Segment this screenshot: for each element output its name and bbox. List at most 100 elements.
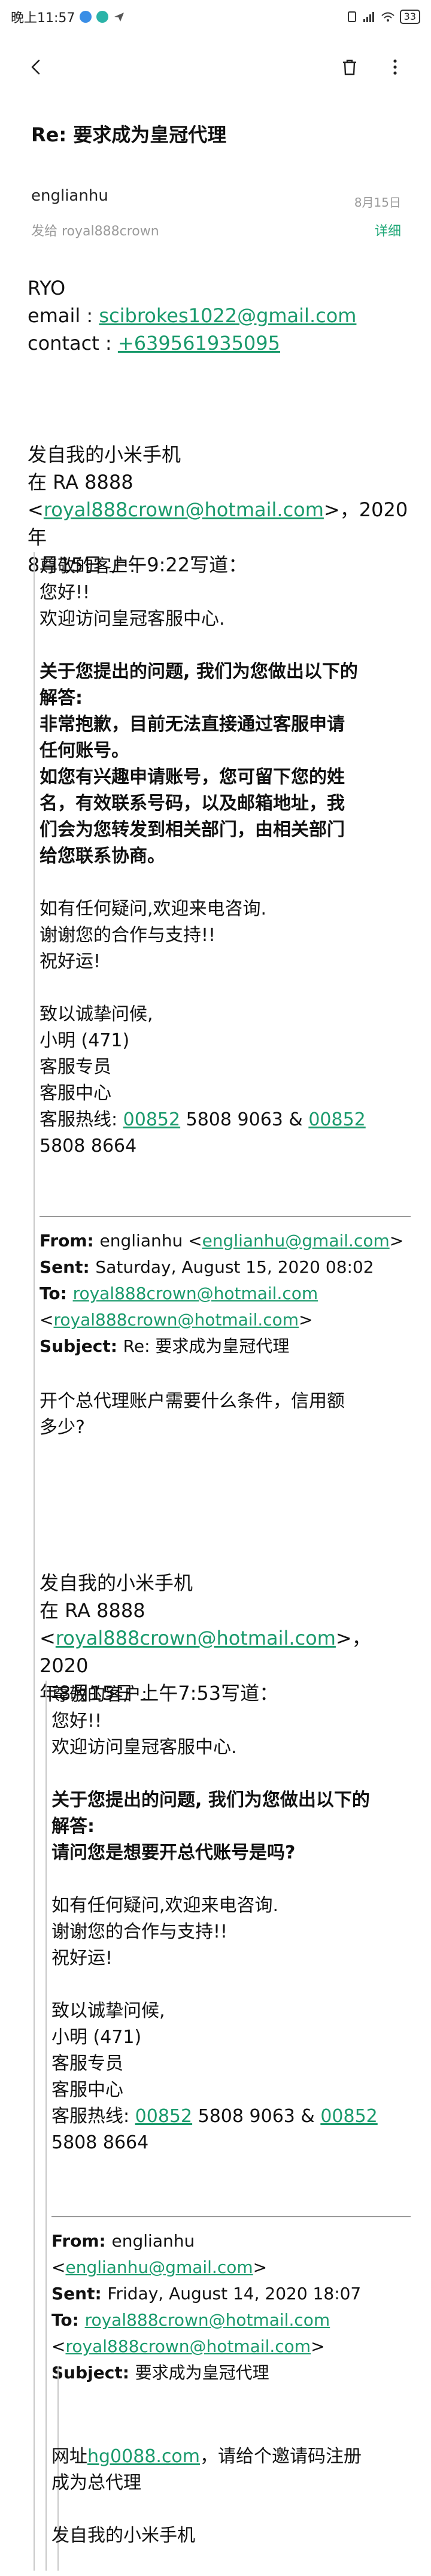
quote1-line2: 在 RA 8888	[28, 471, 133, 494]
h2-message2: 成为总代理	[51, 2472, 141, 2493]
h1-subject-label: Subject:	[40, 1336, 123, 1356]
q1-bold8: 给您联系协商。	[40, 846, 165, 867]
sim-icon	[347, 11, 356, 22]
recipient-line: 发给 royal888crown	[31, 224, 159, 239]
quote2-body: 尊敬的客户: 您好!! 欢迎访问皇冠客服中心. 关于您提出的问题, 我们为您做出…	[51, 1682, 411, 2156]
h1-to-gt: >	[299, 1310, 313, 1330]
q2-hotline-mid: 5808 9063 &	[192, 2106, 321, 2127]
body-email-line: email : scibrokes1022@gmail.com	[28, 302, 411, 329]
h2-to-email2[interactable]: royal888crown@hotmail.com	[65, 2336, 311, 2356]
q2-email-link[interactable]: royal888crown@hotmail.com	[56, 1627, 336, 1649]
q1-sig1: 致以诚挚问候,	[40, 1004, 153, 1025]
h1-from: From: englianhu <englianhu@gmail.com>	[40, 1228, 411, 1254]
send-icon	[114, 13, 125, 22]
q2-sig4: 客服中心	[51, 2079, 123, 2100]
notification-app-icon	[80, 11, 92, 23]
h2-from-label: From:	[51, 2231, 112, 2251]
h1-to-label: To:	[40, 1284, 73, 1303]
header2-message: 网址hg0088.com，请给个邀请码注册 成为总代理 发自我的小米手机	[51, 2444, 411, 2549]
q1-greet3: 欢迎访问皇冠客服中心.	[40, 609, 225, 629]
trash-icon	[343, 59, 356, 75]
h1-message1: 开个总代理账户需要什么条件，信用额	[40, 1391, 345, 1412]
q1-closing3: 祝好运!	[40, 951, 101, 972]
q2-greet3: 欢迎访问皇冠客服中心.	[51, 1737, 237, 1758]
h2-website-link[interactable]: hg0088.com	[87, 2446, 200, 2467]
h1-sent: Sent: Saturday, August 15, 2020 08:02	[40, 1254, 411, 1281]
h1-message2: 多少?	[40, 1417, 85, 1438]
email-link[interactable]: scibrokes1022@gmail.com	[99, 304, 356, 327]
delete-button[interactable]	[335, 53, 364, 81]
more-button[interactable]	[381, 53, 409, 81]
q2-closing2: 谢谢您的合作与支持!!	[51, 1921, 228, 1942]
q1-bold6: 名，有效联系号码，以及邮箱地址，我	[40, 793, 345, 814]
h1-to: To: royal888crown@hotmail.com	[40, 1281, 411, 1307]
h2-from-end: >	[253, 2257, 268, 2277]
details-link[interactable]: 详细	[375, 220, 401, 240]
q1-sig4: 客服中心	[40, 1083, 111, 1104]
q1-hotline-link2[interactable]: 00852	[308, 1109, 365, 1130]
q2-hotline: 客服热线: 00852 5808 9063 & 00852	[51, 2103, 411, 2130]
quote1-lt: <	[28, 498, 44, 521]
q1-hotline-mid: 5808 9063 &	[180, 1109, 309, 1130]
divider-2	[51, 2216, 411, 2217]
email-subject: Re: 要求成为皇冠代理	[31, 123, 227, 146]
phone-link[interactable]: +639561935095	[118, 332, 280, 355]
q2-greet1: 尊敬的客户:	[51, 1684, 148, 1705]
h1-from-name: englianhu <	[99, 1231, 202, 1251]
h2-message-post: ，请给个邀请码注册	[200, 2446, 362, 2467]
q2-hotline-link1[interactable]: 00852	[135, 2106, 192, 2127]
q2-closing1: 如有任何疑问,欢迎来电咨询.	[51, 1895, 279, 1916]
more-vertical-icon	[393, 59, 397, 75]
q1-hotline-end: 5808 8664	[40, 1136, 137, 1157]
header1-message: 开个总代理账户需要什么条件，信用额 多少?	[40, 1388, 411, 1441]
body-name: RYO	[28, 277, 66, 299]
q1-bold1: 关于您提出的问题, 我们为您做出以下的	[40, 661, 358, 682]
h2-to-label: To:	[51, 2310, 85, 2330]
h2-to2: <royal888crown@hotmail.com>	[51, 2333, 411, 2360]
status-time: 晚上11:57	[11, 11, 75, 26]
h2-from: From: englianhu <englianhu@gmail.com>	[51, 2228, 411, 2281]
header1-block: From: englianhu <englianhu@gmail.com> Se…	[40, 1228, 411, 1360]
h2-sent-value: Friday, August 14, 2020 18:07	[107, 2284, 362, 2303]
q2-sig2: 小明 (471)	[51, 2027, 142, 2048]
h1-from-end: >	[389, 1231, 404, 1251]
q1-bold5: 如您有兴趣申请账号，您可留下您的姓	[40, 767, 345, 788]
q1-sig3: 客服专员	[40, 1057, 111, 1077]
q2-hotline-label: 客服热线:	[51, 2106, 135, 2127]
quote1-line3: <royal888crown@hotmail.com>，2020年	[28, 496, 411, 551]
quote2-border	[45, 1681, 47, 2571]
q1-bold7: 们会为您转发到相关部门，由相关部门	[40, 819, 345, 840]
h2-sent-label: Sent:	[51, 2284, 108, 2303]
q2-line3: <royal888crown@hotmail.com>，2020	[40, 1624, 411, 1679]
h1-from-email[interactable]: englianhu@gmail.com	[202, 1231, 390, 1251]
h2-subject-value: 要求成为皇冠代理	[135, 2363, 269, 2383]
body-block: RYO email : scibrokes1022@gmail.com cont…	[28, 274, 411, 357]
q1-bold2: 解答:	[40, 688, 83, 709]
status-bar: 晚上11:57 33	[0, 0, 431, 34]
h2-to-email1[interactable]: royal888crown@hotmail.com	[85, 2310, 330, 2330]
h2-from-email[interactable]: englianhu@gmail.com	[65, 2257, 253, 2277]
q2-hotline-link2[interactable]: 00852	[320, 2106, 377, 2127]
h2-subject-label: Subject:	[51, 2363, 135, 2383]
back-button[interactable]	[22, 53, 50, 81]
battery-indicator: 33	[399, 10, 420, 24]
h1-to-email2[interactable]: royal888crown@hotmail.com	[53, 1310, 299, 1330]
email-date: 8月15日	[354, 195, 401, 210]
header2-block: From: englianhu <englianhu@gmail.com> Se…	[51, 2228, 411, 2386]
q2-bold3: 请问您是想要开总代账号是吗?	[51, 1842, 296, 1863]
h2-trailing: 发自我的小米手机	[51, 2525, 195, 2546]
q1-greet1: 尊敬的客户:	[40, 556, 136, 577]
quote1-email-link[interactable]: royal888crown@hotmail.com	[44, 498, 324, 521]
q1-hotline-link1[interactable]: 00852	[123, 1109, 180, 1130]
q2-bold1: 关于您提出的问题, 我们为您做出以下的	[51, 1790, 370, 1811]
h2-sent: Sent: Friday, August 14, 2020 18:07	[51, 2281, 411, 2307]
q2-line1: 发自我的小米手机	[40, 1572, 193, 1594]
sender-name[interactable]: englianhu	[31, 187, 108, 205]
q1-closing2: 谢谢您的合作与支持!!	[40, 925, 216, 946]
quote1-body: 尊敬的客户: 您好!! 欢迎访问皇冠客服中心. 关于您提出的问题, 我们为您做出…	[40, 553, 411, 1160]
q1-hotline: 客服热线: 00852 5808 9063 & 00852	[40, 1107, 411, 1133]
h1-from-label: From:	[40, 1231, 100, 1251]
q2-hotline-end: 5808 8664	[51, 2132, 149, 2153]
h1-to-email1[interactable]: royal888crown@hotmail.com	[73, 1284, 318, 1303]
h1-subject-value: Re: 要求成为皇冠代理	[123, 1336, 290, 1356]
